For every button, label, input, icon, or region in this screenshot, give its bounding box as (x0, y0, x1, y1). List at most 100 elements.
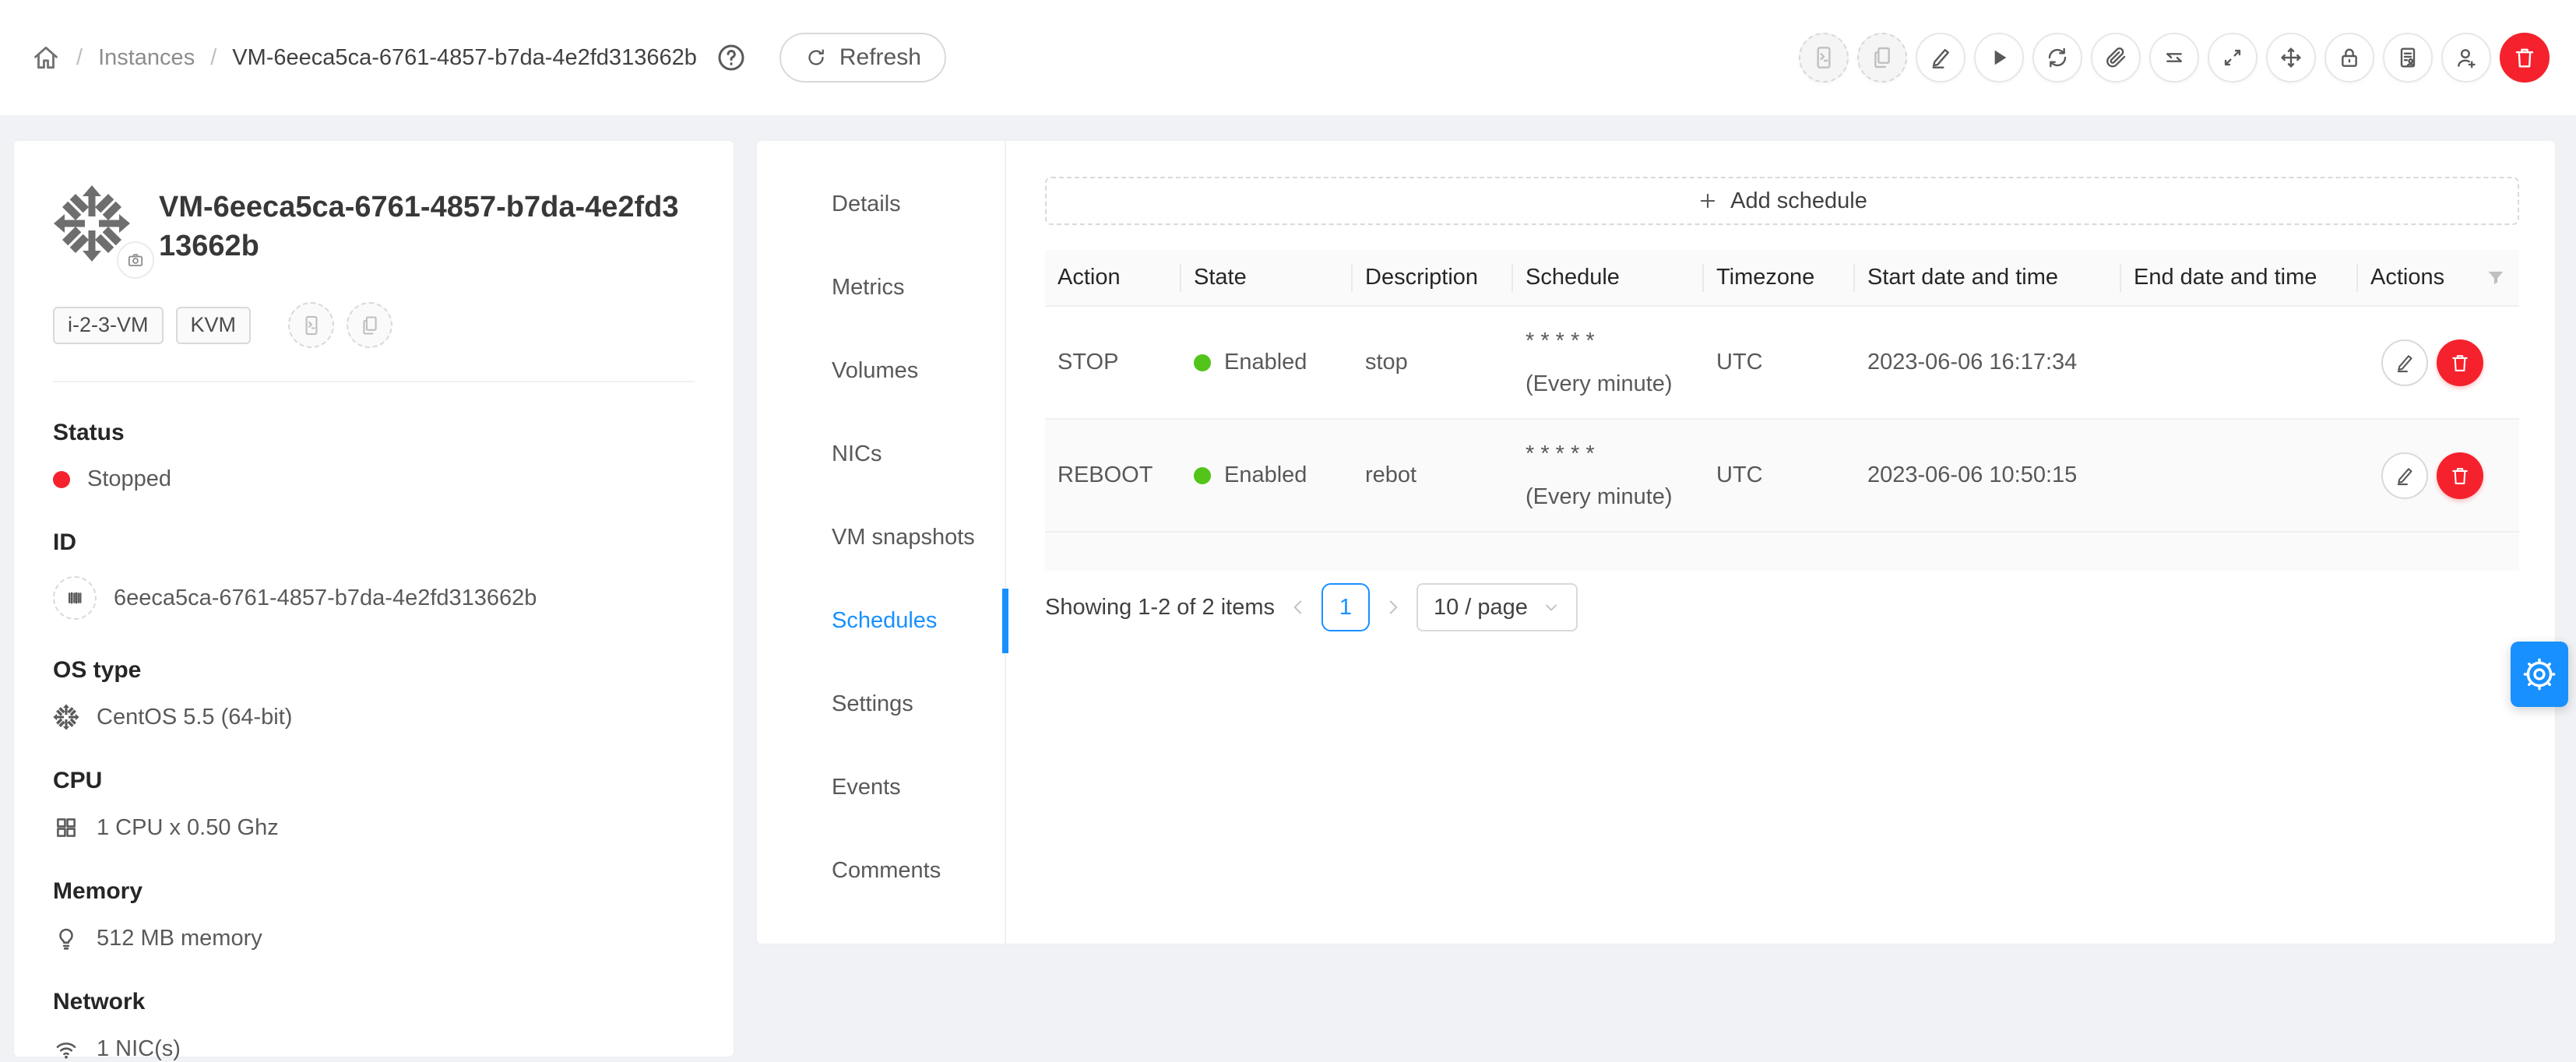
filter-icon[interactable] (2485, 267, 2507, 289)
breadcrumb-instances[interactable]: Instances (98, 45, 195, 71)
tab-nics[interactable]: NICs (757, 413, 1005, 496)
col-start-date: Start date and time (1855, 265, 2121, 290)
copy-mini-button[interactable] (347, 302, 392, 348)
copy-icon (359, 315, 381, 336)
vm-title: VM-6eeca5ca-6761-4857-b7da-4e2fd313662b (159, 188, 695, 266)
top-bar: / Instances / VM-6eeca5ca-6761-4857-b7da… (0, 0, 2576, 115)
cell-schedule: * * * * * (Every minute) (1513, 329, 1704, 397)
cron-expression: * * * * * (1526, 329, 1691, 354)
divider (53, 381, 695, 382)
state-text: Enabled (1224, 350, 1307, 375)
tab-comments[interactable]: Comments (757, 829, 1005, 913)
scale-button[interactable] (2208, 33, 2258, 83)
table-row: REBOOT Enabled rebot * * * * * (Every mi… (1045, 420, 2519, 533)
col-description: Description (1353, 265, 1513, 290)
copy-id-button[interactable] (53, 576, 97, 620)
os-section: OS type CentOS 5.5 (64-bit) (53, 657, 695, 730)
add-schedule-button[interactable]: Add schedule (1045, 177, 2519, 225)
cell-timezone: UTC (1704, 462, 1855, 488)
diagonal-arrows-icon (2220, 45, 2245, 70)
migrate-button[interactable] (2149, 33, 2199, 83)
move-icon (2279, 45, 2303, 70)
edit-button[interactable] (1916, 33, 1965, 83)
tab-details[interactable]: Details (757, 163, 1005, 246)
os-value: CentOS 5.5 (64-bit) (97, 705, 292, 730)
prev-page-button[interactable] (1288, 597, 1308, 617)
delete-schedule-button[interactable] (2437, 339, 2483, 386)
assign-user-button[interactable] (2441, 33, 2491, 83)
table-footer-strip (1045, 533, 2519, 571)
console-mini-button[interactable] (288, 302, 334, 348)
gear-icon (2521, 656, 2557, 692)
start-instance-button[interactable] (1974, 33, 2024, 83)
table-row: STOP Enabled stop * * * * * (Every minut… (1045, 307, 2519, 420)
attach-iso-button[interactable] (2091, 33, 2141, 83)
cpu-grid-icon (53, 814, 79, 841)
tab-vm-snapshots[interactable]: VM snapshots (757, 496, 1005, 579)
trash-icon (2449, 352, 2471, 374)
schedules-table: Action State Description Schedule Timezo… (1045, 250, 2519, 571)
network-label: Network (53, 989, 695, 1015)
trash-icon (2512, 45, 2537, 70)
tab-schedules[interactable]: Schedules (757, 579, 1005, 663)
id-value: 6eeca5ca-6761-4857-b7da-4e2fd313662b (114, 586, 537, 611)
reset-password-button[interactable] (2324, 33, 2374, 83)
cron-expression: * * * * * (1526, 441, 1691, 467)
cpu-label: CPU (53, 768, 695, 794)
vm-action-toolbar (1799, 33, 2550, 83)
cpu-section: CPU 1 CPU x 0.50 Ghz (53, 768, 695, 841)
os-icon (53, 704, 79, 730)
enabled-dot (1194, 467, 1211, 484)
vm-info-panel: VM-6eeca5ca-6761-4857-b7da-4e2fd313662b … (12, 139, 735, 1058)
chevron-down-icon (1542, 598, 1561, 617)
edit-schedule-button[interactable] (2381, 339, 2428, 386)
memory-label: Memory (53, 878, 695, 905)
refresh-button[interactable]: Refresh (779, 33, 946, 83)
move-button[interactable] (2266, 33, 2316, 83)
breadcrumb-current-vm: VM-6eeca5ca-6761-4857-b7da-4e2fd313662b (232, 45, 697, 71)
vm-detail-panel: Details Metrics Volumes NICs VM snapshot… (755, 139, 2557, 945)
tab-events[interactable]: Events (757, 746, 1005, 829)
reinstall-button[interactable] (2032, 33, 2082, 83)
console-button[interactable] (1799, 33, 1849, 83)
add-schedule-label: Add schedule (1730, 188, 1867, 214)
help-icon[interactable] (716, 42, 747, 73)
assign-instance-button[interactable] (2383, 33, 2433, 83)
chevron-left-icon (1288, 597, 1308, 617)
cell-start-date: 2023-06-06 16:17:34 (1855, 350, 2121, 375)
theme-settings-button[interactable] (2511, 642, 2568, 707)
tab-settings[interactable]: Settings (757, 663, 1005, 746)
cell-start-date: 2023-06-06 10:50:15 (1855, 462, 2121, 488)
plus-icon (1697, 190, 1719, 212)
console-icon (301, 315, 322, 336)
home-icon[interactable] (31, 43, 61, 72)
tab-metrics[interactable]: Metrics (757, 246, 1005, 329)
col-timezone: Timezone (1704, 265, 1855, 290)
breadcrumb-separator: / (76, 45, 83, 71)
page-number-button[interactable]: 1 (1321, 583, 1370, 631)
schedules-content: Add schedule Action State Description Sc… (1045, 141, 2519, 631)
os-label: OS type (53, 657, 695, 684)
delete-schedule-button[interactable] (2437, 452, 2483, 499)
cell-description: stop (1353, 350, 1513, 375)
status-label: Status (53, 420, 695, 446)
tag-hypervisor: KVM (176, 307, 252, 344)
col-state: State (1181, 265, 1353, 290)
edit-schedule-button[interactable] (2381, 452, 2428, 499)
network-value: 1 NIC(s) (97, 1036, 181, 1062)
status-value: Stopped (87, 466, 171, 492)
barcode-icon (64, 587, 86, 609)
destroy-button[interactable] (2500, 33, 2550, 83)
refresh-label: Refresh (839, 44, 921, 71)
paperclip-icon (2103, 45, 2128, 70)
page-size-select[interactable]: 10 / page (1416, 583, 1578, 631)
change-icon-button[interactable] (117, 241, 154, 279)
console-icon (1811, 45, 1836, 70)
col-action: Action (1045, 265, 1181, 290)
memory-value: 512 MB memory (97, 926, 262, 951)
memory-section: Memory 512 MB memory (53, 878, 695, 951)
next-page-button[interactable] (1383, 597, 1403, 617)
tab-volumes[interactable]: Volumes (757, 329, 1005, 413)
copy-button[interactable] (1857, 33, 1907, 83)
col-actions: Actions (2370, 265, 2444, 290)
